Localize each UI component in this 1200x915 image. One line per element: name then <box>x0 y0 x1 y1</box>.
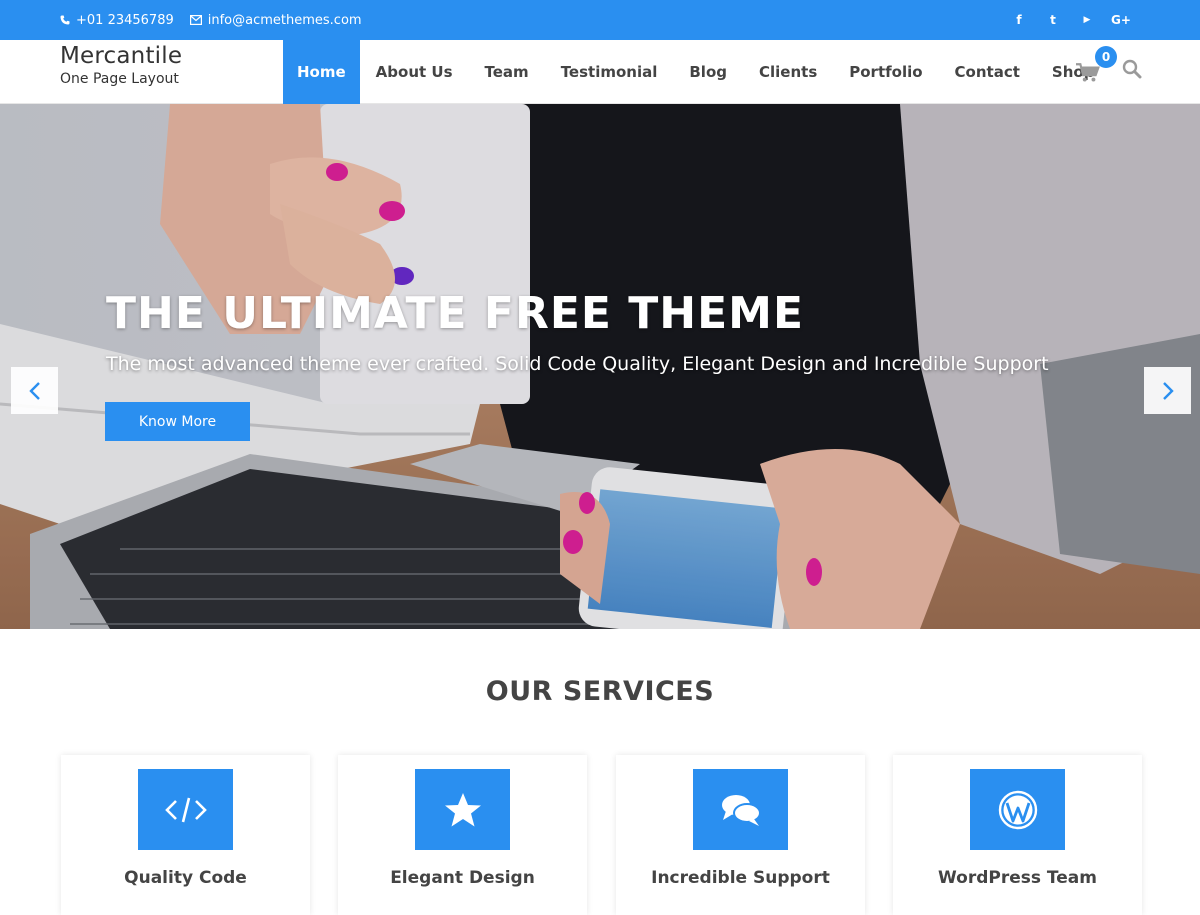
service-card-elegant-design[interactable]: Elegant Design <box>338 755 587 915</box>
hero-slider: THE ULTIMATE FREE THEME The most advance… <box>0 104 1200 629</box>
nav-item-home[interactable]: Home <box>283 40 360 104</box>
nav-item-testimonial[interactable]: Testimonial <box>545 40 674 104</box>
social-links: f t ▶ G+ <box>1002 0 1138 40</box>
email-address: info@acmethemes.com <box>207 12 362 28</box>
services-heading: OUR SERVICES <box>485 676 715 707</box>
contact-info: +01 23456789 info@acmethemes.com <box>60 0 378 40</box>
slider-next-button[interactable] <box>1144 367 1191 414</box>
twitter-icon[interactable]: t <box>1036 13 1070 27</box>
nav-item-clients[interactable]: Clients <box>743 40 833 104</box>
nav-item-portfolio[interactable]: Portfolio <box>833 40 938 104</box>
chevron-right-icon <box>1162 381 1174 400</box>
envelope-icon <box>189 15 202 25</box>
hero-subtitle: The most advanced theme ever crafted. So… <box>106 353 1049 375</box>
phone-icon <box>60 15 70 25</box>
service-label: Incredible Support <box>651 868 830 888</box>
service-label: Quality Code <box>124 868 247 888</box>
slider-prev-button[interactable] <box>11 367 58 414</box>
site-title[interactable]: Mercantile <box>60 43 182 69</box>
service-icon-box <box>138 769 233 850</box>
service-icon-box <box>415 769 510 850</box>
service-icon-box <box>970 769 1065 850</box>
service-icon-box <box>693 769 788 850</box>
google-plus-icon[interactable]: G+ <box>1104 13 1138 27</box>
star-icon <box>444 792 481 826</box>
site-tagline: One Page Layout <box>60 71 179 87</box>
know-more-button[interactable]: Know More <box>105 402 250 441</box>
service-card-incredible-support[interactable]: Incredible Support <box>616 755 865 915</box>
service-label: WordPress Team <box>938 868 1097 888</box>
search-icon[interactable] <box>1122 59 1142 79</box>
chevron-left-icon <box>28 381 40 400</box>
service-card-quality-code[interactable]: Quality Code <box>61 755 310 915</box>
email-item[interactable]: info@acmethemes.com <box>189 12 362 28</box>
comments-icon <box>721 794 761 826</box>
top-bar: +01 23456789 info@acmethemes.com f t ▶ G… <box>0 0 1200 40</box>
service-label: Elegant Design <box>390 868 535 888</box>
nav-item-about-us[interactable]: About Us <box>360 40 469 104</box>
service-card-wordpress-team[interactable]: WordPress Team <box>893 755 1142 915</box>
wordpress-icon <box>998 790 1037 829</box>
cart-icon[interactable] <box>1076 61 1100 85</box>
phone-item[interactable]: +01 23456789 <box>60 13 174 28</box>
hero-title: THE ULTIMATE FREE THEME <box>106 288 804 339</box>
code-icon <box>164 797 207 822</box>
site-header: Mercantile One Page Layout Home About Us… <box>0 40 1200 104</box>
youtube-icon[interactable]: ▶ <box>1070 15 1104 25</box>
nav-item-contact[interactable]: Contact <box>939 40 1036 104</box>
nav-item-blog[interactable]: Blog <box>673 40 743 104</box>
site-branding[interactable]: Mercantile One Page Layout <box>60 40 182 87</box>
cart-count-badge: 0 <box>1095 46 1117 68</box>
phone-number: +01 23456789 <box>76 12 174 28</box>
main-nav: Home About Us Team Testimonial Blog Clie… <box>283 40 1110 104</box>
nav-item-team[interactable]: Team <box>469 40 545 104</box>
facebook-icon[interactable]: f <box>1002 13 1036 27</box>
